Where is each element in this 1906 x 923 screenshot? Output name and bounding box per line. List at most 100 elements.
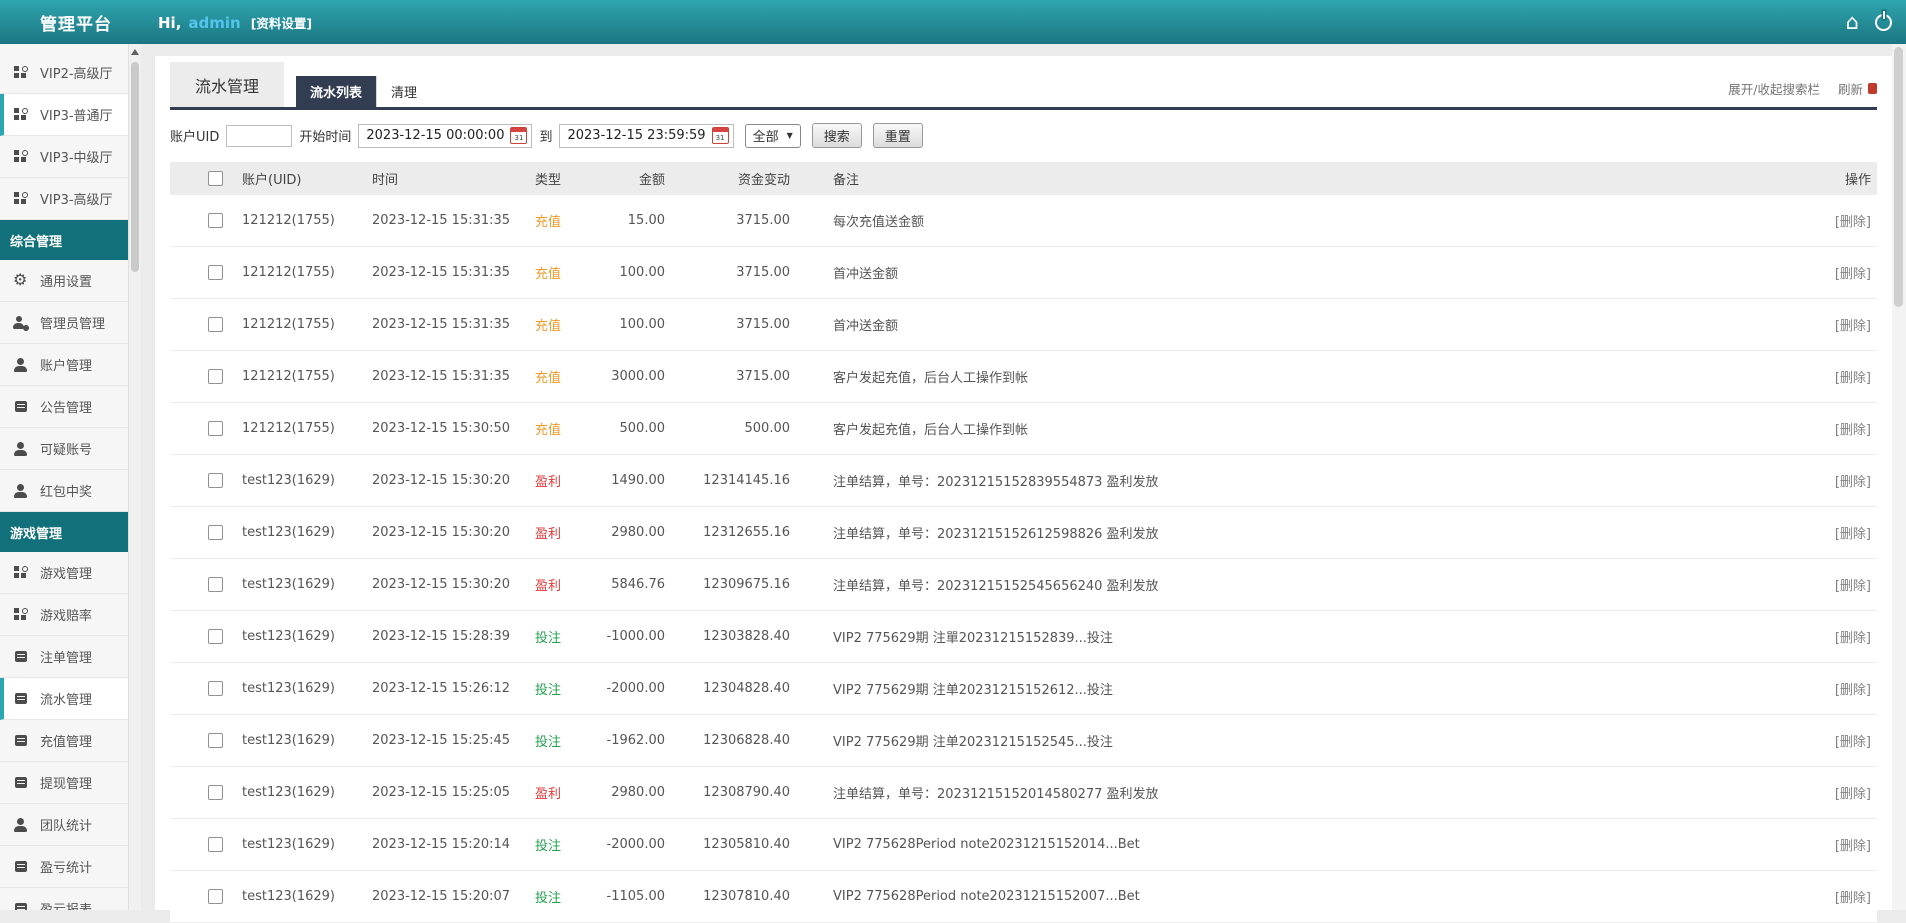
home-icon[interactable]: ⌂ <box>1846 12 1859 33</box>
row-checkbox[interactable] <box>208 837 223 852</box>
cell-time: 2023-12-15 15:26:12 <box>372 681 535 696</box>
sidebar-item[interactable]: 综合管理 <box>0 220 128 260</box>
cell-change: 12314145.16 <box>665 473 790 488</box>
delete-link[interactable]: [删除] <box>1835 319 1871 334</box>
end-datetime-input[interactable]: 2023-12-15 23:59:59 <box>559 124 733 148</box>
table-row: 121212(1755) 2023-12-15 15:31:35 充值 100.… <box>170 299 1877 351</box>
cell-uid: test123(1629) <box>242 681 372 696</box>
sidebar-item[interactable]: 游戏管理 <box>0 512 128 552</box>
search-button[interactable]: 搜索 <box>812 123 862 148</box>
row-checkbox[interactable] <box>208 213 223 228</box>
sidebar-item[interactable]: VIP3-普通厅 <box>0 94 128 136</box>
sidebar-item-label: 红包中奖 <box>40 481 92 500</box>
sidebar-item[interactable]: 可疑账号 <box>0 428 128 470</box>
type-select[interactable]: 全部 ▼ <box>745 124 801 148</box>
calendar-icon[interactable] <box>510 127 527 144</box>
row-checkbox[interactable] <box>208 785 223 800</box>
table-header-row: 账户(UID) 时间 类型 金额 资金变动 备注 操作 <box>170 162 1877 195</box>
sidebar-item[interactable]: 红包中奖 <box>0 470 128 512</box>
delete-link[interactable]: [删除] <box>1835 423 1871 438</box>
delete-link[interactable]: [删除] <box>1835 267 1871 282</box>
table-row: test123(1629) 2023-12-15 15:30:20 盈利 149… <box>170 455 1877 507</box>
sidebar-item[interactable]: 注单管理 <box>0 636 128 678</box>
delete-link[interactable]: [删除] <box>1835 215 1871 230</box>
page-title: 流水管理 <box>170 62 284 107</box>
row-checkbox[interactable] <box>208 889 223 904</box>
chevron-down-icon: ▼ <box>787 131 793 140</box>
row-checkbox[interactable] <box>208 629 223 644</box>
delete-link[interactable]: [删除] <box>1835 787 1871 802</box>
sidebar-item[interactable]: VIP2-高级厅 <box>0 52 128 94</box>
sidebar-scrollbar-thumb[interactable] <box>131 62 139 272</box>
tab-clean[interactable]: 清理 <box>376 76 431 107</box>
start-datetime-input[interactable]: 2023-12-15 00:00:00 <box>358 124 532 148</box>
sidebar-item[interactable]: VIP3-高级厅 <box>0 178 128 220</box>
toggle-search-link[interactable]: 展开/收起搜索栏 <box>1728 79 1820 98</box>
row-checkbox[interactable] <box>208 317 223 332</box>
cell-time: 2023-12-15 15:20:14 <box>372 837 535 852</box>
delete-link[interactable]: [删除] <box>1835 371 1871 386</box>
cell-remark: 注单结算，单号：20231215152545656240 盈利发放 <box>790 575 1799 594</box>
sidebar-item[interactable]: 通用设置 <box>0 260 128 302</box>
page-scrollbar[interactable] <box>1891 44 1906 910</box>
page-scrollbar-thumb[interactable] <box>1894 47 1903 307</box>
delete-link[interactable]: [删除] <box>1835 683 1871 698</box>
sidebar-item[interactable]: 游戏赔率 <box>0 594 128 636</box>
delete-link[interactable]: [删除] <box>1835 475 1871 490</box>
sidebar-item[interactable]: 充值管理 <box>0 720 128 762</box>
delete-link[interactable]: [删除] <box>1835 735 1871 750</box>
row-checkbox[interactable] <box>208 369 223 384</box>
sidebar-item[interactable]: 盈亏统计 <box>0 846 128 888</box>
logout-power-icon[interactable] <box>1875 14 1892 31</box>
refresh-link[interactable]: 刷新 <box>1838 79 1863 98</box>
tabs: 流水列表 清理 <box>296 76 431 107</box>
scroll-up-arrow-icon[interactable] <box>131 49 139 55</box>
sidebar-item[interactable]: VIP3-中级厅 <box>0 136 128 178</box>
sidebar-item[interactable]: 团队统计 <box>0 804 128 846</box>
sidebar-item[interactable]: 管理员管理 <box>0 302 128 344</box>
sidebar-item[interactable]: 流水管理 <box>0 678 128 720</box>
cell-type: 盈利 <box>535 575 590 594</box>
grid-icon <box>13 191 29 207</box>
col-uid: 账户(UID) <box>242 169 372 188</box>
end-datetime-value[interactable]: 2023-12-15 23:59:59 <box>567 128 705 143</box>
col-remark: 备注 <box>790 169 1799 188</box>
cell-change: 3715.00 <box>665 369 790 384</box>
start-datetime-value[interactable]: 2023-12-15 00:00:00 <box>366 128 504 143</box>
sidebar-item[interactable]: 公告管理 <box>0 386 128 428</box>
delete-link[interactable]: [删除] <box>1835 527 1871 542</box>
uid-input[interactable] <box>226 125 292 147</box>
calendar-icon[interactable] <box>712 127 729 144</box>
flow-table: 账户(UID) 时间 类型 金额 资金变动 备注 操作 121212(1755)… <box>170 162 1877 923</box>
sidebar-scrollbar[interactable] <box>128 44 142 910</box>
sidebar-item[interactable]: 盈亏报表 <box>0 888 128 910</box>
cell-type: 盈利 <box>535 523 590 542</box>
row-checkbox[interactable] <box>208 473 223 488</box>
cell-remark: VIP2 775628Period note20231215152007...B… <box>790 889 1799 904</box>
row-checkbox[interactable] <box>208 577 223 592</box>
cell-uid: 121212(1755) <box>242 369 372 384</box>
row-checkbox[interactable] <box>208 421 223 436</box>
refresh-link-wrap[interactable]: 刷新 <box>1838 79 1877 98</box>
cell-type: 充值 <box>535 315 590 334</box>
delete-link[interactable]: [删除] <box>1835 839 1871 854</box>
search-filter-bar: 账户UID 开始时间 2023-12-15 00:00:00 到 2023-12… <box>170 123 1877 148</box>
sidebar-item[interactable]: 提现管理 <box>0 762 128 804</box>
sidebar-item[interactable]: 账户管理 <box>0 344 128 386</box>
sidebar-item-label: VIP2-高级厅 <box>40 63 113 82</box>
row-checkbox[interactable] <box>208 681 223 696</box>
delete-link[interactable]: [删除] <box>1835 891 1871 906</box>
sidebar-item[interactable]: 游戏管理 <box>0 552 128 594</box>
row-checkbox[interactable] <box>208 733 223 748</box>
select-all-checkbox[interactable] <box>208 171 223 186</box>
row-checkbox[interactable] <box>208 525 223 540</box>
cell-amount: -1105.00 <box>590 889 665 904</box>
tab-flow-list[interactable]: 流水列表 <box>296 76 376 107</box>
delete-link[interactable]: [删除] <box>1835 579 1871 594</box>
cell-time: 2023-12-15 15:31:35 <box>372 369 535 384</box>
reset-button[interactable]: 重置 <box>873 123 923 148</box>
profile-settings-link[interactable]: [资料设置] <box>251 13 312 32</box>
sidebar-item-label: 可疑账号 <box>40 439 92 458</box>
row-checkbox[interactable] <box>208 265 223 280</box>
delete-link[interactable]: [删除] <box>1835 631 1871 646</box>
